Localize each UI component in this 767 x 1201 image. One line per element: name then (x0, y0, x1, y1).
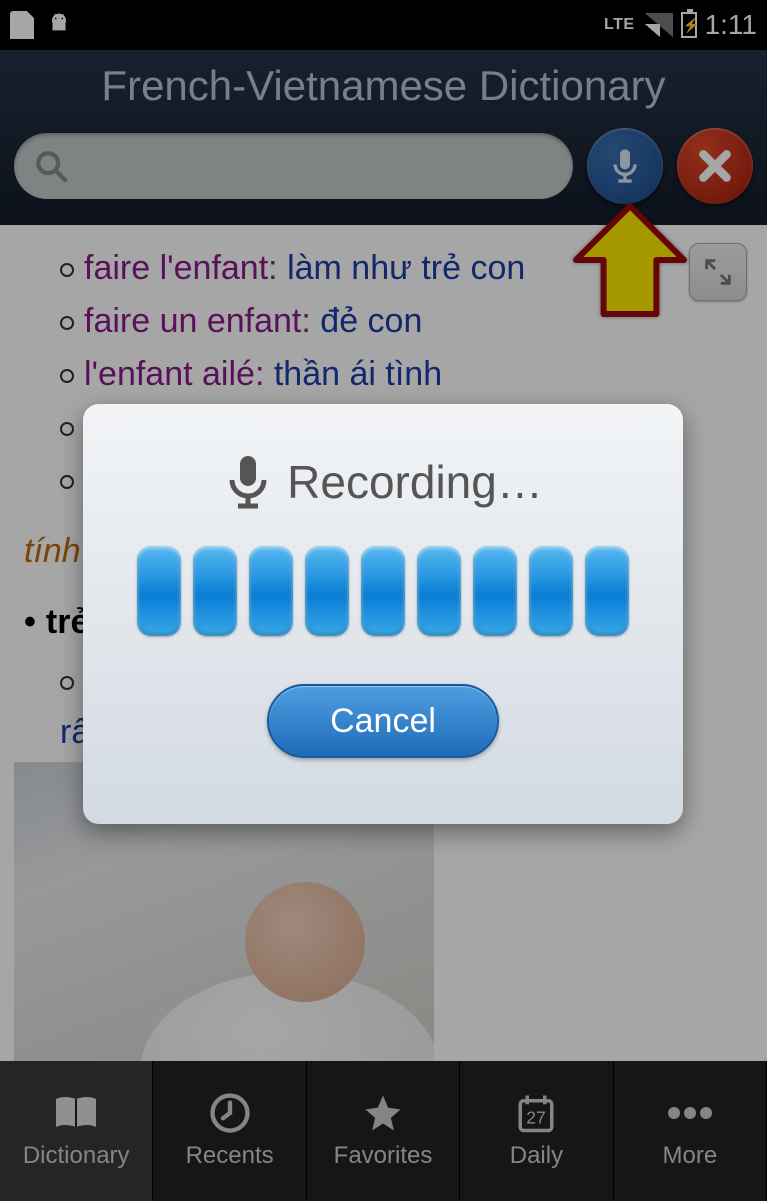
recording-level (137, 546, 629, 636)
recording-dialog: Recording… Cancel (83, 404, 683, 824)
dialog-title: Recording… (287, 455, 543, 509)
mic-icon (223, 454, 273, 510)
cancel-button[interactable]: Cancel (267, 684, 499, 758)
